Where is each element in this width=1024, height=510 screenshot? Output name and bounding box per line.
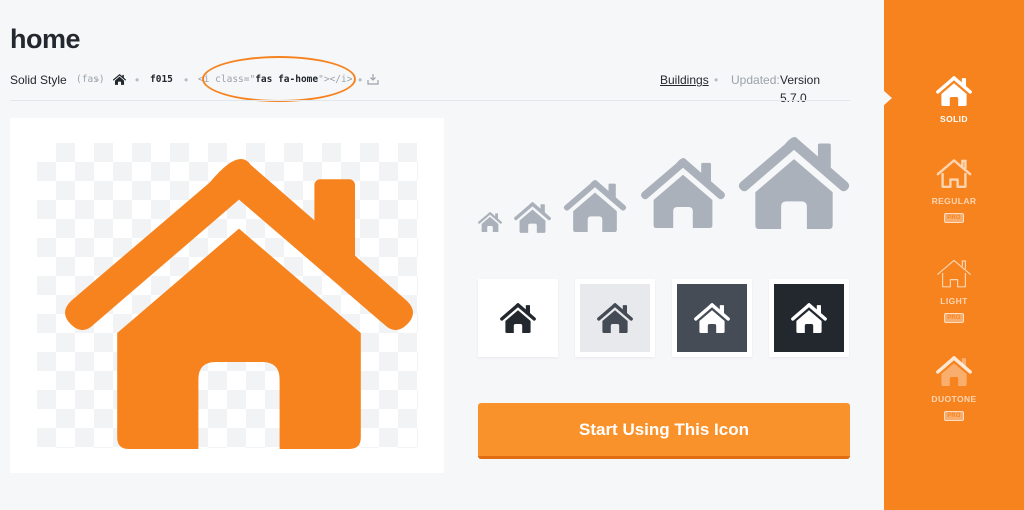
separator-dot: • <box>714 73 719 87</box>
style-option-label: LIGHT <box>940 296 968 306</box>
home-icon-2x <box>638 158 728 228</box>
pro-badge: PRO <box>944 213 964 223</box>
style-option-label: SOLID <box>940 114 968 124</box>
category-link[interactable]: Buildings <box>660 71 709 89</box>
swatch-dark-gray[interactable] <box>672 279 752 357</box>
pro-badge: PRO <box>944 411 964 421</box>
page-title: home <box>10 24 81 54</box>
start-using-button[interactable]: Start Using This Icon <box>478 403 850 459</box>
home-icon-xs <box>478 212 502 232</box>
home-icon <box>693 303 731 333</box>
unicode-value[interactable]: f015 <box>150 71 173 89</box>
updated-label: Updated: <box>731 73 780 87</box>
home-glyph-icon[interactable] <box>113 72 126 90</box>
home-icon-3x <box>737 137 851 229</box>
home-light-icon <box>935 258 973 288</box>
style-option-regular[interactable]: REGULAR PRO <box>884 158 1024 224</box>
icon-meta-bar: Solid Style (fas) • • f015 • <i class="f… <box>10 56 850 105</box>
separator-dot: • <box>184 73 189 87</box>
style-option-light[interactable]: LIGHT PRO <box>884 258 1024 324</box>
home-icon <box>499 303 537 333</box>
separator-dot: • <box>95 73 100 87</box>
style-option-solid[interactable]: SOLID <box>884 76 1024 124</box>
home-regular-icon <box>935 158 973 188</box>
icon-detail-panel: home Solid Style (fas) • • f015 • <i cla… <box>0 0 884 510</box>
home-icon-lg <box>563 180 627 232</box>
swatch-light-gray[interactable] <box>575 279 655 357</box>
home-icon <box>596 303 634 333</box>
highlight-ellipse <box>202 56 356 102</box>
version-value: Version 5.7.0 <box>780 73 821 105</box>
style-sidebar: SOLID REGULAR PRO LIGHT PRO DUOTONE PRO <box>883 0 1024 510</box>
pro-badge: PRO <box>944 313 964 323</box>
swatch-white[interactable] <box>478 279 558 357</box>
download-icon[interactable] <box>367 72 379 90</box>
style-option-duotone[interactable]: DUOTONE PRO <box>884 356 1024 422</box>
style-option-label: DUOTONE <box>931 394 977 404</box>
home-large-icon <box>59 159 419 449</box>
icon-preview-canvas <box>10 118 444 473</box>
style-option-label: REGULAR <box>931 196 977 206</box>
home-icon <box>790 303 828 333</box>
home-icon-sm <box>514 202 551 233</box>
separator-dot: • <box>135 73 140 87</box>
separator-dot: • <box>358 73 363 87</box>
home-duotone-icon <box>936 356 972 386</box>
home-solid-icon <box>935 76 973 106</box>
style-prefix: (fas) <box>76 74 105 85</box>
style-label: Solid Style <box>10 73 67 87</box>
divider <box>10 100 850 101</box>
swatch-black[interactable] <box>769 279 849 357</box>
